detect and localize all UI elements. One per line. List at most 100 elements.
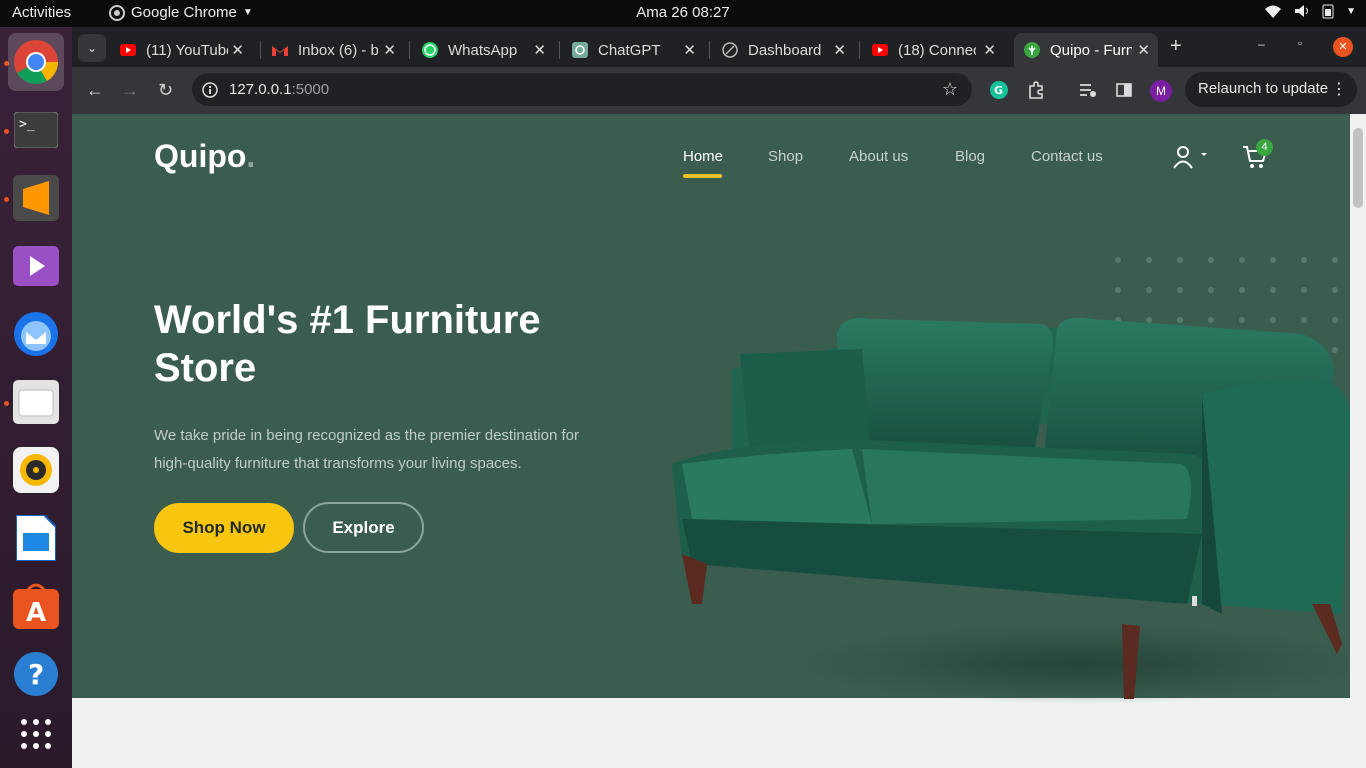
- close-icon[interactable]: ✕: [683, 41, 696, 59]
- chrome-icon[interactable]: [8, 33, 64, 91]
- page-scrollbar[interactable]: [1350, 114, 1366, 768]
- terminal-icon[interactable]: >_: [8, 101, 64, 159]
- whatsapp-icon: [422, 42, 438, 58]
- tab-search-button[interactable]: ⌄: [78, 34, 106, 62]
- user-menu[interactable]: [1172, 144, 1212, 175]
- scrollbar-thumb[interactable]: [1353, 128, 1363, 208]
- side-panel-icon[interactable]: [1115, 81, 1133, 99]
- hero-headline: World's #1 Furniture Store: [154, 298, 541, 390]
- sublime-text-icon[interactable]: [8, 169, 64, 227]
- new-tab-button[interactable]: +: [1170, 35, 1182, 58]
- close-icon[interactable]: ✕: [231, 41, 244, 59]
- media-player-icon[interactable]: [8, 237, 64, 295]
- user-icon: [1173, 146, 1207, 169]
- hero-section: Quipo. Home Shop About us Blog Contact u…: [72, 114, 1352, 704]
- grammarly-icon[interactable]: G: [990, 81, 1008, 99]
- media-controls-icon[interactable]: [1079, 81, 1097, 99]
- rhythmbox-icon[interactable]: [8, 441, 64, 499]
- close-icon[interactable]: ✕: [383, 41, 396, 59]
- tab-separator: [859, 41, 860, 59]
- tab-separator: [559, 41, 560, 59]
- battery-icon: [1322, 4, 1334, 19]
- url-text: 127.0.0.1:5000: [229, 81, 329, 98]
- tab-quipo[interactable]: Quipo - Furn ✕: [1014, 33, 1158, 67]
- close-icon[interactable]: ✕: [983, 41, 996, 59]
- explore-button[interactable]: Explore: [303, 502, 424, 553]
- tab-chatgpt[interactable]: ChatGPT ✕: [562, 33, 704, 67]
- tab-title: Inbox (6) - b: [298, 41, 378, 59]
- nav-blog[interactable]: Blog: [955, 148, 985, 165]
- nav-about[interactable]: About us: [849, 148, 908, 165]
- youtube-icon: [872, 44, 888, 56]
- relaunch-label: Relaunch to update: [1198, 80, 1329, 97]
- thunderbird-icon[interactable]: [8, 305, 64, 363]
- tab-separator: [260, 41, 261, 59]
- profile-initial: M: [1156, 84, 1166, 98]
- tab-youtube-connect[interactable]: (18) Connec ✕: [862, 33, 1004, 67]
- close-icon[interactable]: ✕: [1137, 41, 1150, 59]
- address-bar[interactable]: 127.0.0.1:5000 ☆: [192, 73, 972, 106]
- url-port: :5000: [291, 81, 330, 98]
- maximize-button[interactable]: ▫: [1298, 38, 1302, 50]
- minimize-button[interactable]: ‒: [1258, 37, 1265, 51]
- tab-gmail[interactable]: Inbox (6) - b ✕: [262, 33, 404, 67]
- tab-strip: ⌄ (11) YouTube ✕ Inbox (6) - b ✕ WhatsAp…: [72, 27, 1366, 67]
- dashboard-icon: [722, 42, 738, 58]
- tab-youtube[interactable]: (11) YouTube ✕: [110, 33, 252, 67]
- shop-now-button[interactable]: Shop Now: [154, 503, 294, 553]
- extensions-icon[interactable]: [1027, 81, 1045, 99]
- site-info-icon[interactable]: [202, 82, 218, 98]
- close-window-button[interactable]: ✕: [1333, 37, 1353, 57]
- dock: >_ A ?: [0, 27, 72, 768]
- libreoffice-impress-icon[interactable]: [8, 509, 64, 567]
- profile-avatar[interactable]: M: [1150, 80, 1172, 102]
- svg-text:?: ?: [28, 658, 44, 691]
- more-menu-icon: ⋮: [1331, 81, 1347, 98]
- svg-text:>_: >_: [19, 117, 35, 132]
- chevron-down-icon: ⌄: [86, 41, 98, 55]
- nav-home[interactable]: Home: [683, 148, 723, 165]
- tab-title: Dashboard: [748, 41, 822, 59]
- tab-title: (18) Connec: [898, 41, 976, 59]
- svg-text:A: A: [26, 598, 46, 628]
- logo-dot: .: [246, 138, 256, 174]
- page-viewport: Quipo. Home Shop About us Blog Contact u…: [72, 114, 1366, 768]
- logo-text: Quipo: [154, 138, 247, 174]
- site-logo[interactable]: Quipo.: [154, 138, 255, 175]
- volume-icon: [1295, 5, 1309, 17]
- back-button[interactable]: ←: [86, 80, 104, 101]
- forward-button[interactable]: →: [121, 80, 139, 101]
- browser-toolbar: ← → ↻ 127.0.0.1:5000 ☆ G M Relaunch to u…: [72, 67, 1366, 114]
- power-menu-icon: ▼: [1346, 5, 1356, 17]
- chatgpt-icon: [572, 42, 588, 58]
- url-host: 127.0.0.1: [229, 81, 292, 98]
- relaunch-button[interactable]: Relaunch to update ⋮: [1185, 72, 1357, 107]
- quipo-icon: [1024, 42, 1040, 58]
- tab-title: Quipo - Furn: [1050, 41, 1132, 59]
- tab-separator: [409, 41, 410, 59]
- nav-shop[interactable]: Shop: [768, 148, 803, 165]
- bookmark-star-icon[interactable]: ☆: [942, 79, 958, 100]
- tab-whatsapp[interactable]: WhatsApp ✕: [412, 33, 554, 67]
- app-center-icon[interactable]: A: [8, 577, 64, 635]
- system-tray[interactable]: ▼: [1264, 3, 1356, 19]
- browser-frame: ⌄ (11) YouTube ✕ Inbox (6) - b ✕ WhatsAp…: [72, 27, 1366, 114]
- show-apps-icon[interactable]: [8, 705, 64, 763]
- tab-dashboard[interactable]: Dashboard ✕: [712, 33, 854, 67]
- tab-title: WhatsApp: [448, 41, 518, 59]
- tab-title: ChatGPT: [598, 41, 661, 59]
- reload-button[interactable]: ↻: [158, 80, 173, 101]
- hero-subtext: We take pride in being recognized as the…: [154, 427, 579, 472]
- sofa-image: [672, 317, 1352, 704]
- files-icon[interactable]: [8, 373, 64, 431]
- gmail-icon: [272, 46, 288, 56]
- wifi-icon: [1265, 5, 1282, 18]
- nav-contact[interactable]: Contact us: [1031, 148, 1103, 165]
- close-icon[interactable]: ✕: [533, 41, 546, 59]
- tab-separator: [709, 41, 710, 59]
- help-icon[interactable]: ?: [8, 645, 64, 703]
- system-top-bar: Activities Google Chrome ▼ Ama 26 08:27 …: [0, 0, 1366, 27]
- clock[interactable]: Ama 26 08:27: [0, 4, 1366, 21]
- close-icon[interactable]: ✕: [833, 41, 846, 59]
- youtube-icon: [120, 44, 136, 56]
